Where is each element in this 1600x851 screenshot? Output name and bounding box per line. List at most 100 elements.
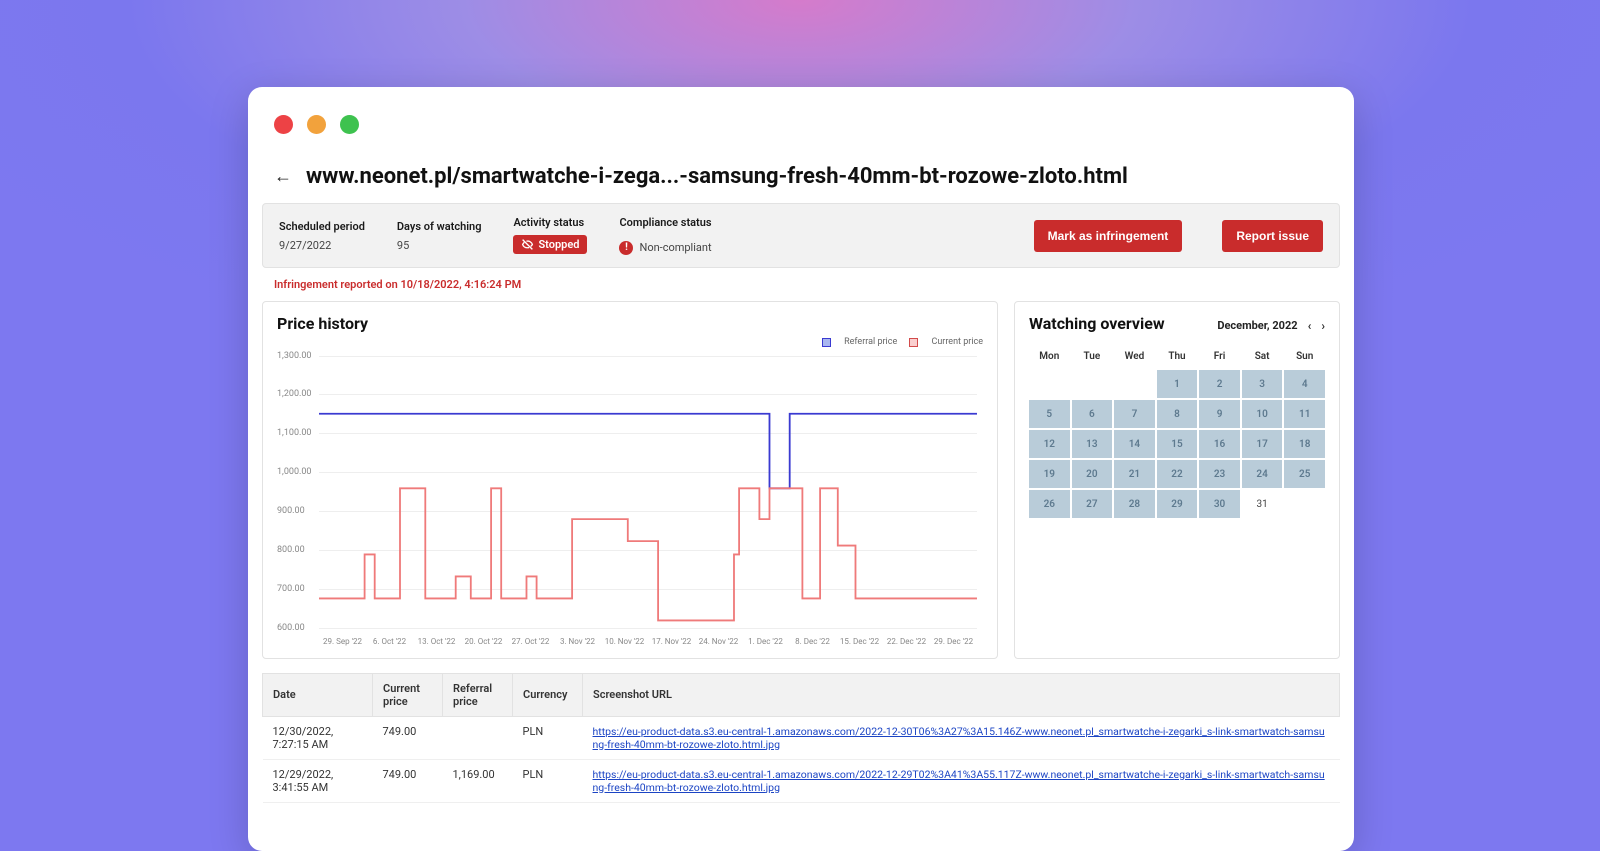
report-issue-button[interactable]: Report issue <box>1222 220 1323 252</box>
calendar-day[interactable]: 3 <box>1242 370 1283 398</box>
x-tick: 1. Dec '22 <box>742 637 789 646</box>
y-tick: 1,200.00 <box>277 389 312 399</box>
calendar-day[interactable]: 27 <box>1072 490 1113 518</box>
cell-referral <box>443 716 513 759</box>
compliance-status-label: Compliance status <box>619 216 711 229</box>
calendar-day[interactable]: 10 <box>1242 400 1283 428</box>
x-tick: 6. Oct '22 <box>366 637 413 646</box>
y-tick: 600.00 <box>277 623 305 633</box>
x-tick: 22. Dec '22 <box>883 637 930 646</box>
compliance-status-value: Non-compliant <box>639 241 711 254</box>
watching-overview-panel: Watching overview December, 2022 ‹ › Mon… <box>1014 301 1340 659</box>
watching-overview-title: Watching overview <box>1029 314 1165 333</box>
days-watching-value: 95 <box>397 239 482 252</box>
calendar-dow: Wed <box>1114 349 1155 368</box>
calendar-day[interactable]: 12 <box>1029 430 1070 458</box>
back-arrow-icon[interactable]: ← <box>274 166 292 187</box>
calendar-day[interactable]: 2 <box>1199 370 1240 398</box>
screenshots-table-wrap: Date Current price Referral price Curren… <box>262 673 1340 803</box>
screenshot-link[interactable]: https://eu-product-data.s3.eu-central-1.… <box>593 725 1325 751</box>
calendar-next-icon[interactable]: › <box>1321 319 1325 333</box>
calendar-day[interactable]: 9 <box>1199 400 1240 428</box>
infringement-alert: Infringement reported on 10/18/2022, 4:1… <box>248 268 1354 301</box>
alert-icon: ! <box>619 241 633 255</box>
cell-referral: 1,169.00 <box>443 759 513 802</box>
calendar-day[interactable]: 23 <box>1199 460 1240 488</box>
calendar-nav: December, 2022 ‹ › <box>1217 319 1325 333</box>
calendar-dow: Sat <box>1242 349 1283 368</box>
app-window: ← www.neonet.pl/smartwatche-i-zega...-sa… <box>248 87 1354 851</box>
compliance-status-value-wrap: ! Non-compliant <box>619 241 711 255</box>
x-tick: 3. Nov '22 <box>554 637 601 646</box>
screenshot-link[interactable]: https://eu-product-data.s3.eu-central-1.… <box>593 768 1325 794</box>
calendar-day[interactable]: 25 <box>1284 460 1325 488</box>
table-row: 12/30/2022, 7:27:15 AM749.00PLNhttps://e… <box>263 716 1340 759</box>
x-tick: 29. Sep '22 <box>319 637 366 646</box>
calendar-day[interactable]: 22 <box>1157 460 1198 488</box>
chart-plot <box>319 356 977 665</box>
calendar-day[interactable]: 5 <box>1029 400 1070 428</box>
x-tick: 15. Dec '22 <box>836 637 883 646</box>
window-max-dot[interactable] <box>340 115 359 134</box>
calendar-day[interactable]: 17 <box>1242 430 1283 458</box>
calendar-day[interactable]: 18 <box>1284 430 1325 458</box>
calendar-day[interactable]: 13 <box>1072 430 1113 458</box>
cell-date: 12/29/2022, 3:41:55 AM <box>263 759 373 802</box>
y-tick: 700.00 <box>277 584 305 594</box>
calendar-day[interactable]: 19 <box>1029 460 1070 488</box>
calendar-dow: Mon <box>1029 349 1070 368</box>
series-referral-price <box>319 413 977 488</box>
calendar-prev-icon[interactable]: ‹ <box>1308 319 1312 333</box>
calendar-day[interactable]: 29 <box>1157 490 1198 518</box>
calendar-month-label: December, 2022 <box>1217 319 1297 332</box>
chart-area: 1,300.001,200.001,100.001,000.00900.0080… <box>277 356 983 646</box>
scheduled-period-label: Scheduled period <box>279 220 365 233</box>
calendar-dow: Tue <box>1072 349 1113 368</box>
calendar-grid: MonTueWedThuFriSatSun1234567891011121314… <box>1029 349 1325 518</box>
col-referral: Referral price <box>443 673 513 716</box>
eye-off-icon <box>521 238 534 251</box>
calendar-day[interactable]: 8 <box>1157 400 1198 428</box>
window-min-dot[interactable] <box>307 115 326 134</box>
calendar-day[interactable]: 14 <box>1114 430 1155 458</box>
x-tick: 20. Oct '22 <box>460 637 507 646</box>
x-tick: 27. Oct '22 <box>507 637 554 646</box>
calendar-dow: Sun <box>1284 349 1325 368</box>
compliance-status-field: Compliance status ! Non-compliant <box>619 216 711 255</box>
days-watching-field: Days of watching 95 <box>397 220 482 252</box>
calendar-day[interactable]: 6 <box>1072 400 1113 428</box>
calendar-day[interactable]: 21 <box>1114 460 1155 488</box>
y-tick: 1,100.00 <box>277 428 312 438</box>
calendar-day[interactable]: 24 <box>1242 460 1283 488</box>
days-watching-label: Days of watching <box>397 220 482 233</box>
calendar-day[interactable]: 26 <box>1029 490 1070 518</box>
calendar-day[interactable]: 31 <box>1242 490 1283 518</box>
window-close-dot[interactable] <box>274 115 293 134</box>
cell-date: 12/30/2022, 7:27:15 AM <box>263 716 373 759</box>
price-history-panel: Price history Referral price Current pri… <box>262 301 998 659</box>
activity-status-field: Activity status Stopped <box>513 216 587 255</box>
series-current-price <box>319 488 977 620</box>
mark-infringement-button[interactable]: Mark as infringement <box>1034 220 1183 252</box>
calendar-day[interactable]: 15 <box>1157 430 1198 458</box>
calendar-day[interactable]: 20 <box>1072 460 1113 488</box>
price-history-title: Price history <box>277 314 983 333</box>
x-tick: 24. Nov '22 <box>695 637 742 646</box>
calendar-dow: Thu <box>1157 349 1198 368</box>
calendar-day[interactable]: 28 <box>1114 490 1155 518</box>
calendar-day[interactable]: 16 <box>1199 430 1240 458</box>
calendar-day[interactable]: 1 <box>1157 370 1198 398</box>
legend-referral: Referral price <box>822 337 897 347</box>
calendar-day[interactable]: 11 <box>1284 400 1325 428</box>
calendar-day[interactable]: 30 <box>1199 490 1240 518</box>
calendar-day[interactable]: 7 <box>1114 400 1155 428</box>
activity-status-value: Stopped <box>538 238 579 251</box>
col-currency: Currency <box>513 673 583 716</box>
calendar-day[interactable]: 4 <box>1284 370 1325 398</box>
chart-legend: Referral price Current price <box>277 337 983 350</box>
window-titlebar <box>248 87 1354 164</box>
x-tick: 8. Dec '22 <box>789 637 836 646</box>
activity-status-label: Activity status <box>513 216 587 229</box>
table-row: 12/29/2022, 3:41:55 AM749.001,169.00PLNh… <box>263 759 1340 802</box>
y-tick: 800.00 <box>277 545 305 555</box>
